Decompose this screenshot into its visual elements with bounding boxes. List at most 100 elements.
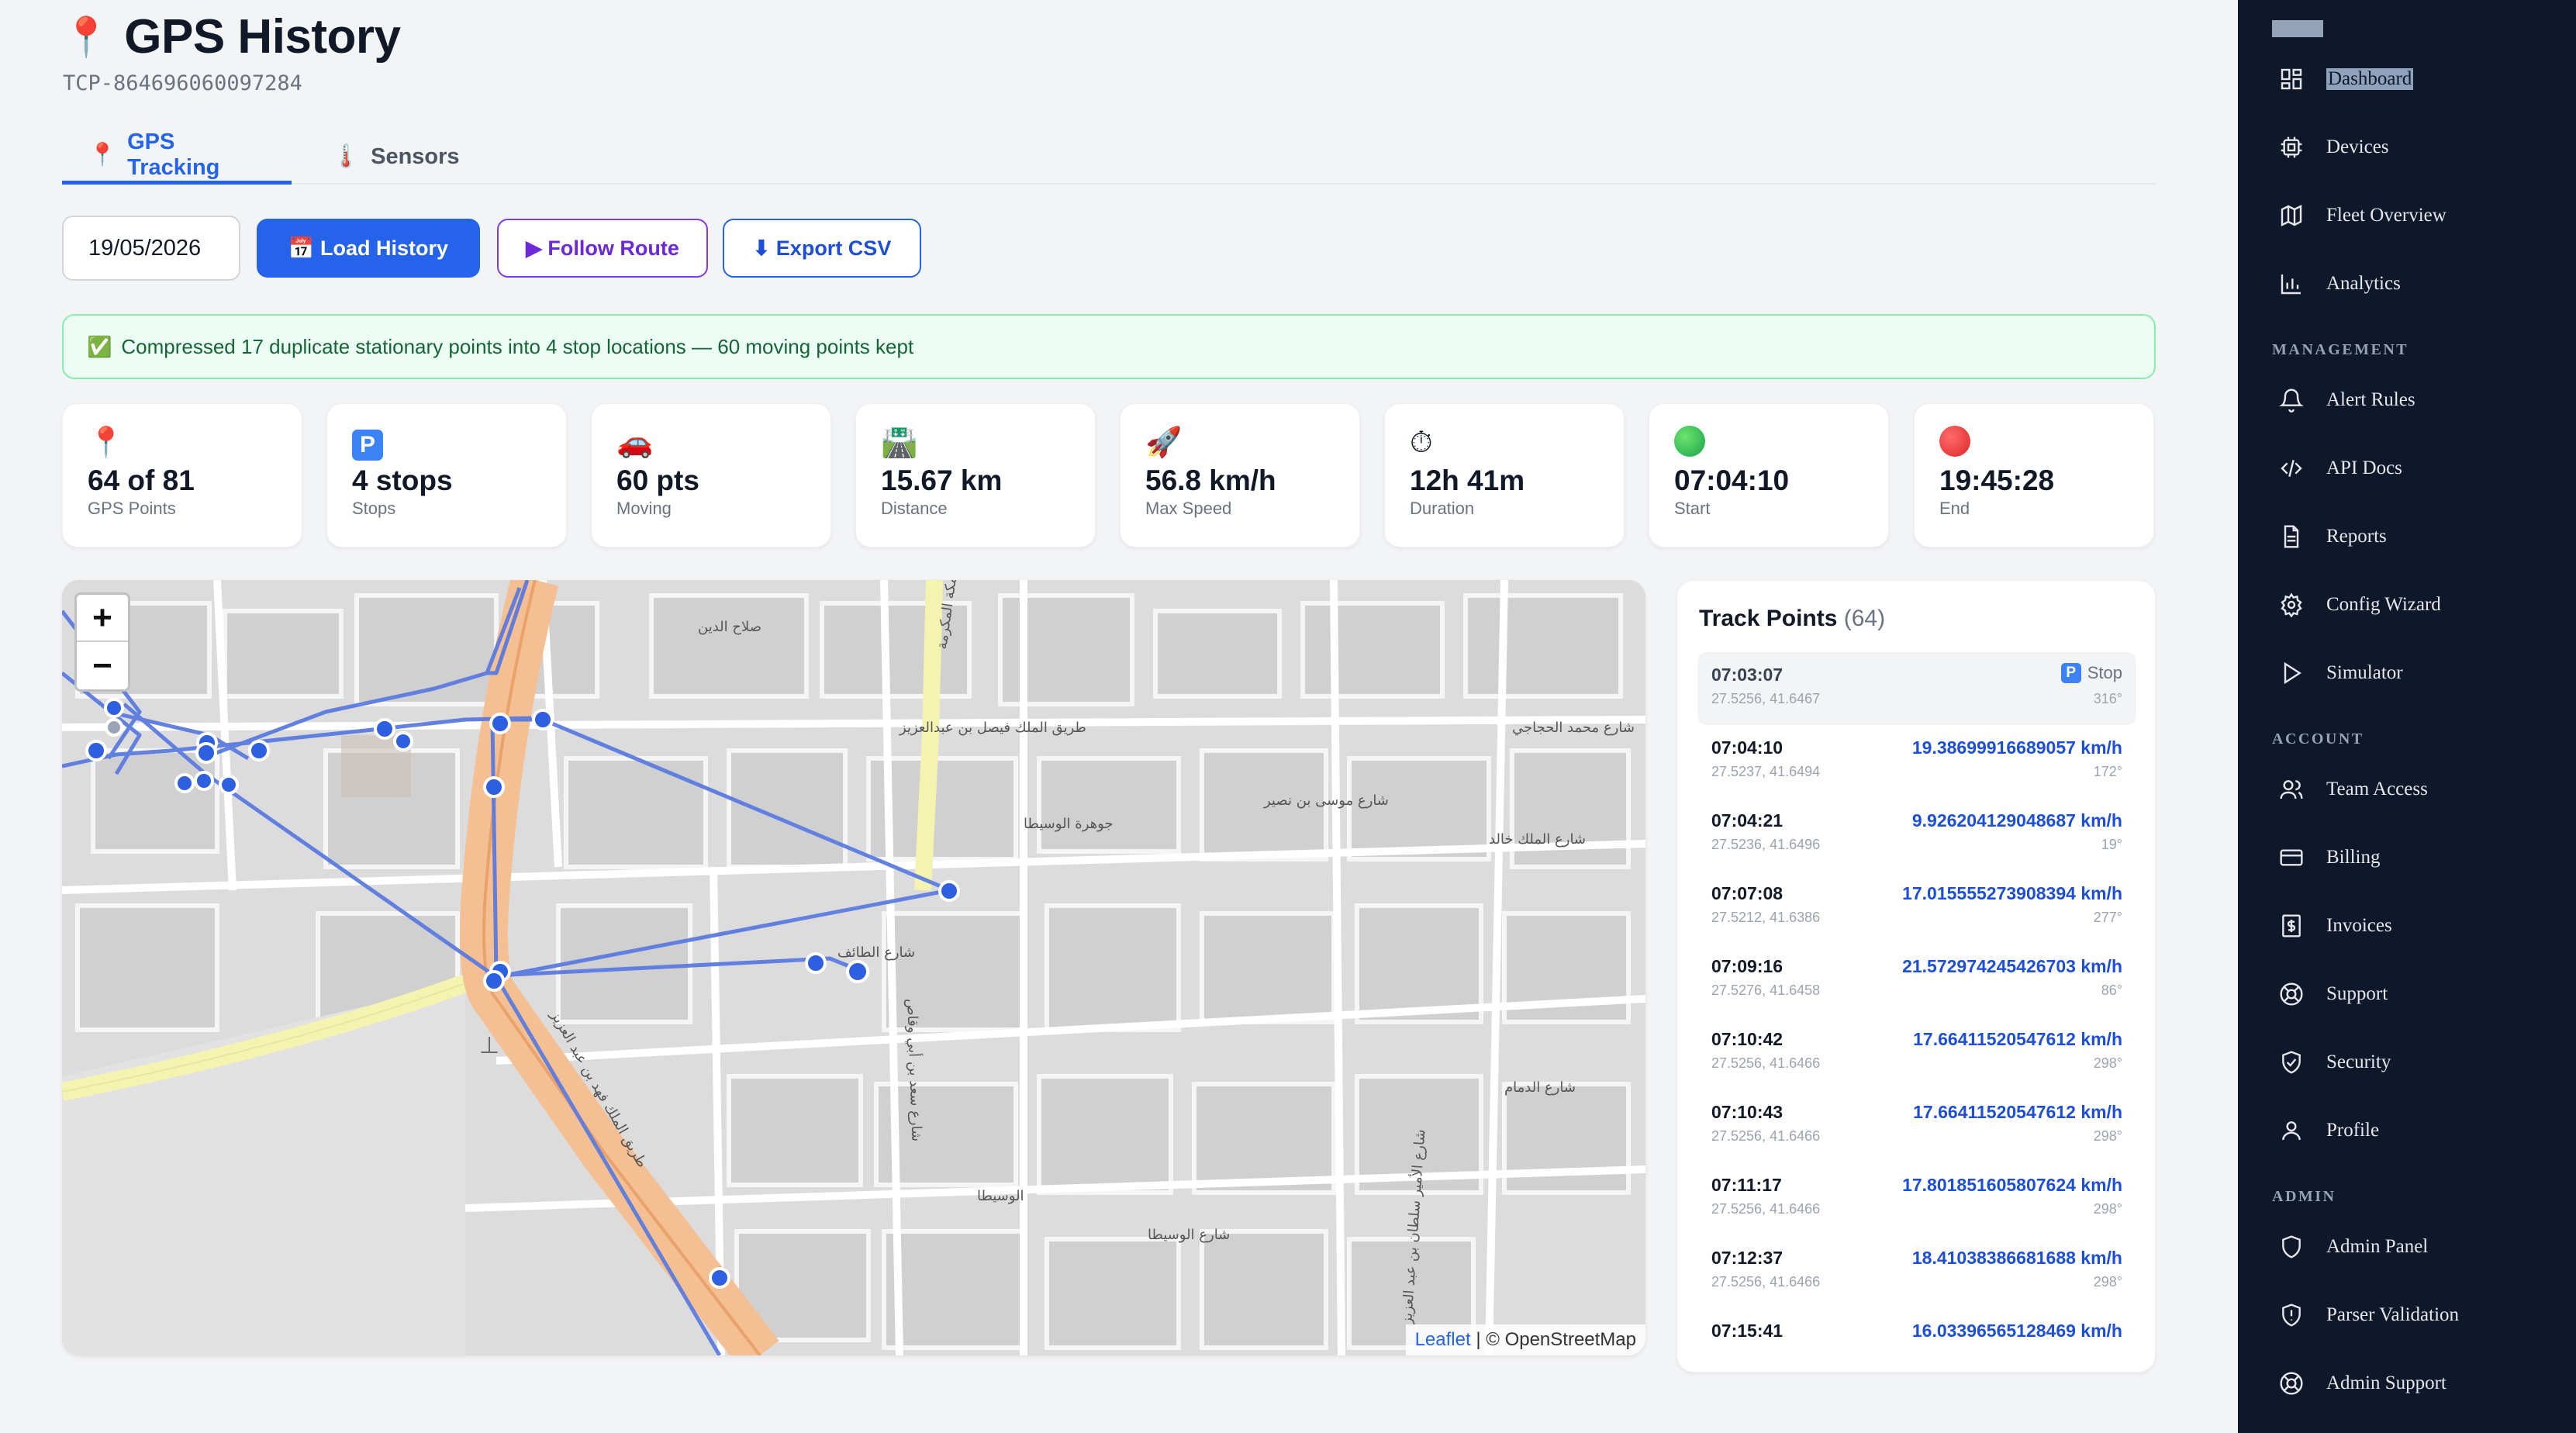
play-icon <box>2278 660 2305 686</box>
lifebuoy-icon <box>2278 981 2305 1007</box>
notice-text: Compressed 17 duplicate stationary point… <box>121 334 914 358</box>
user-icon <box>2278 1117 2305 1144</box>
shield-icon <box>2278 1234 2305 1260</box>
svg-text:⊥: ⊥ <box>479 1033 499 1058</box>
alert-shield-icon <box>2278 1302 2305 1328</box>
map-label: شارع الطائف <box>837 944 915 961</box>
sidebar-item-label: Invoices <box>2326 915 2392 936</box>
map-label: شارع الوسيطا <box>1148 1227 1230 1243</box>
sidebar-item-alert-rules[interactable]: Alert Rules <box>2278 378 2415 422</box>
zoom-out-button[interactable]: − <box>77 642 128 689</box>
stat-card-duration: ⏱ 12h 41m Duration <box>1384 403 1625 547</box>
parking-icon: P <box>2060 663 2081 683</box>
stat-value: 4 stops <box>352 464 453 496</box>
track-point[interactable]: 07:10:43 27.5256, 41.6466 17.66411520547… <box>1697 1089 2136 1162</box>
sidebar: Dashboard Devices Fleet Overview Analyti… <box>2238 0 2576 1433</box>
follow-route-button[interactable]: ▶ Follow Route <box>497 219 708 278</box>
sidebar-item-label: Billing <box>2326 847 2381 868</box>
track-point[interactable]: 07:07:08 27.5212, 41.6386 17.01555527390… <box>1697 871 2136 944</box>
point-heading: 298° <box>2093 1128 2122 1144</box>
tab-sensors[interactable]: 🌡️ Sensors <box>306 129 461 185</box>
map-label: شارع موسى بن نصير <box>1263 792 1389 809</box>
sidebar-item-security[interactable]: Security <box>2278 1041 2391 1084</box>
stat-value: 60 pts <box>616 464 699 496</box>
export-csv-button[interactable]: ⬇ Export CSV <box>723 219 921 278</box>
sidebar-item-analytics[interactable]: Analytics <box>2278 262 2401 306</box>
track-point[interactable]: 07:09:16 27.5276, 41.6458 21.57297424542… <box>1697 944 2136 1017</box>
point-coord: 27.5256, 41.6466 <box>1711 1055 1821 1071</box>
map-attribution: Leaflet | © OpenStreetMap <box>1405 1324 1645 1355</box>
point-heading: 277° <box>2093 910 2122 925</box>
track-point[interactable]: 07:15:41 16.03396565128469 km/h <box>1697 1308 2136 1372</box>
stat-card-moving: 🚗 60 pts Moving <box>591 403 831 547</box>
point-speed: 17.015555273908394 km/h <box>1902 883 2122 903</box>
sidebar-item-dashboard[interactable]: Dashboard <box>2278 57 2414 101</box>
sidebar-item-config-wizard[interactable]: Config Wizard <box>2278 583 2441 627</box>
point-time: 07:10:42 <box>1711 1029 1784 1049</box>
tab-gps-tracking[interactable]: 📍 GPS Tracking <box>62 129 292 185</box>
users-icon <box>2278 776 2305 803</box>
sidebar-item-simulator[interactable]: Simulator <box>2278 651 2403 695</box>
date-input[interactable] <box>62 216 240 281</box>
page-title: 📍 GPS History <box>62 9 401 64</box>
leaflet-link[interactable]: Leaflet <box>1415 1329 1471 1350</box>
point-speed: 21.572974245426703 km/h <box>1902 956 2122 976</box>
car-icon: 🚗 <box>616 426 654 459</box>
track-point[interactable]: 07:10:42 27.5256, 41.6466 17.66411520547… <box>1697 1017 2136 1089</box>
stat-label: Stops <box>352 499 396 518</box>
stat-value: 12h 41m <box>1410 464 1525 496</box>
sidebar-item-devices[interactable]: Devices <box>2278 126 2389 169</box>
point-speed: 17.66411520547612 km/h <box>1913 1029 2122 1049</box>
sidebar-item-support[interactable]: Support <box>2278 972 2388 1016</box>
thermometer-icon: 🌡️ <box>332 144 361 169</box>
track-point[interactable]: 07:04:10 27.5237, 41.6494 19.38699916689… <box>1697 725 2136 798</box>
point-time: 07:12:37 <box>1711 1248 1784 1268</box>
sidebar-item-reports[interactable]: Reports <box>2278 515 2387 558</box>
sidebar-item-profile[interactable]: Profile <box>2278 1109 2379 1152</box>
tab-bar: 📍 GPS Tracking 🌡️ Sensors <box>62 129 2156 185</box>
sidebar-item-team-access[interactable]: Team Access <box>2278 768 2428 811</box>
chip-icon <box>2278 134 2305 161</box>
point-coord: 27.5276, 41.6458 <box>1711 982 1821 998</box>
green-circle-icon <box>1674 426 1863 463</box>
map-pin-icon: 📍 <box>88 142 117 167</box>
stats-row: 📍 64 of 81 GPS Points P 4 stops Stops 🚗 … <box>62 403 2156 547</box>
map-label: صلاح الدين <box>698 619 761 635</box>
map-tiles[interactable]: صلاح الدين طريق الملك فيصل بن عبدالعزيز … <box>62 580 1645 1355</box>
point-heading: 298° <box>2093 1274 2122 1290</box>
stat-label: Max Speed <box>1145 499 1232 518</box>
tab-label: Sensors <box>371 143 460 169</box>
stat-label: End <box>1939 499 1970 518</box>
track-point-stop[interactable]: 07:03:07 27.5256, 41.6467 P Stop 316° <box>1697 652 2136 725</box>
load-history-button[interactable]: 📅 Load History <box>257 219 480 278</box>
track-point[interactable]: 07:11:17 27.5256, 41.6466 17.80185160580… <box>1697 1162 2136 1235</box>
sidebar-item-label: Fleet Overview <box>2326 205 2447 226</box>
sidebar-item-api-docs[interactable]: API Docs <box>2278 447 2402 490</box>
zoom-in-button[interactable]: + <box>77 595 128 642</box>
sidebar-item-parser-validation[interactable]: Parser Validation <box>2278 1293 2459 1337</box>
sidebar-item-fleet-overview[interactable]: Fleet Overview <box>2278 194 2447 237</box>
logo[interactable] <box>2272 20 2323 37</box>
check-icon: ✅ <box>87 334 112 358</box>
sidebar-item-label: Security <box>2326 1051 2391 1072</box>
map-label: جوهرة الوسيطا <box>1024 816 1114 832</box>
sidebar-item-label: Admin Panel <box>2326 1236 2429 1257</box>
track-point[interactable]: 07:12:37 27.5256, 41.6466 18.41038386681… <box>1697 1235 2136 1308</box>
sidebar-item-billing[interactable]: Billing <box>2278 836 2380 879</box>
stat-value: 64 of 81 <box>88 464 195 496</box>
map-label: شارع محمد الحجاجي <box>1512 720 1635 736</box>
point-time: 07:11:17 <box>1711 1175 1782 1195</box>
sidebar-item-invoices[interactable]: Invoices <box>2278 904 2392 948</box>
track-point[interactable]: 07:04:21 27.5236, 41.6496 9.926204129048… <box>1697 798 2136 871</box>
sidebar-item-admin-support[interactable]: Admin Support <box>2278 1362 2447 1405</box>
stat-card-distance: 🛣️ 15.67 km Distance <box>855 403 1096 547</box>
map-pin-icon: 📍 <box>88 426 125 459</box>
stat-label: Start <box>1674 499 1711 518</box>
track-points-list[interactable]: 07:03:07 27.5256, 41.6467 P Stop 316° 07:… <box>1697 652 2136 1372</box>
route-map[interactable]: صلاح الدين طريق الملك فيصل بن عبدالعزيز … <box>62 580 1645 1355</box>
sidebar-item-admin-panel[interactable]: Admin Panel <box>2278 1225 2428 1269</box>
sidebar-item-label: Reports <box>2326 526 2387 547</box>
point-time: 07:09:16 <box>1711 956 1784 976</box>
section-admin: ADMIN <box>2272 1188 2336 1205</box>
point-time: 07:04:21 <box>1711 810 1784 830</box>
